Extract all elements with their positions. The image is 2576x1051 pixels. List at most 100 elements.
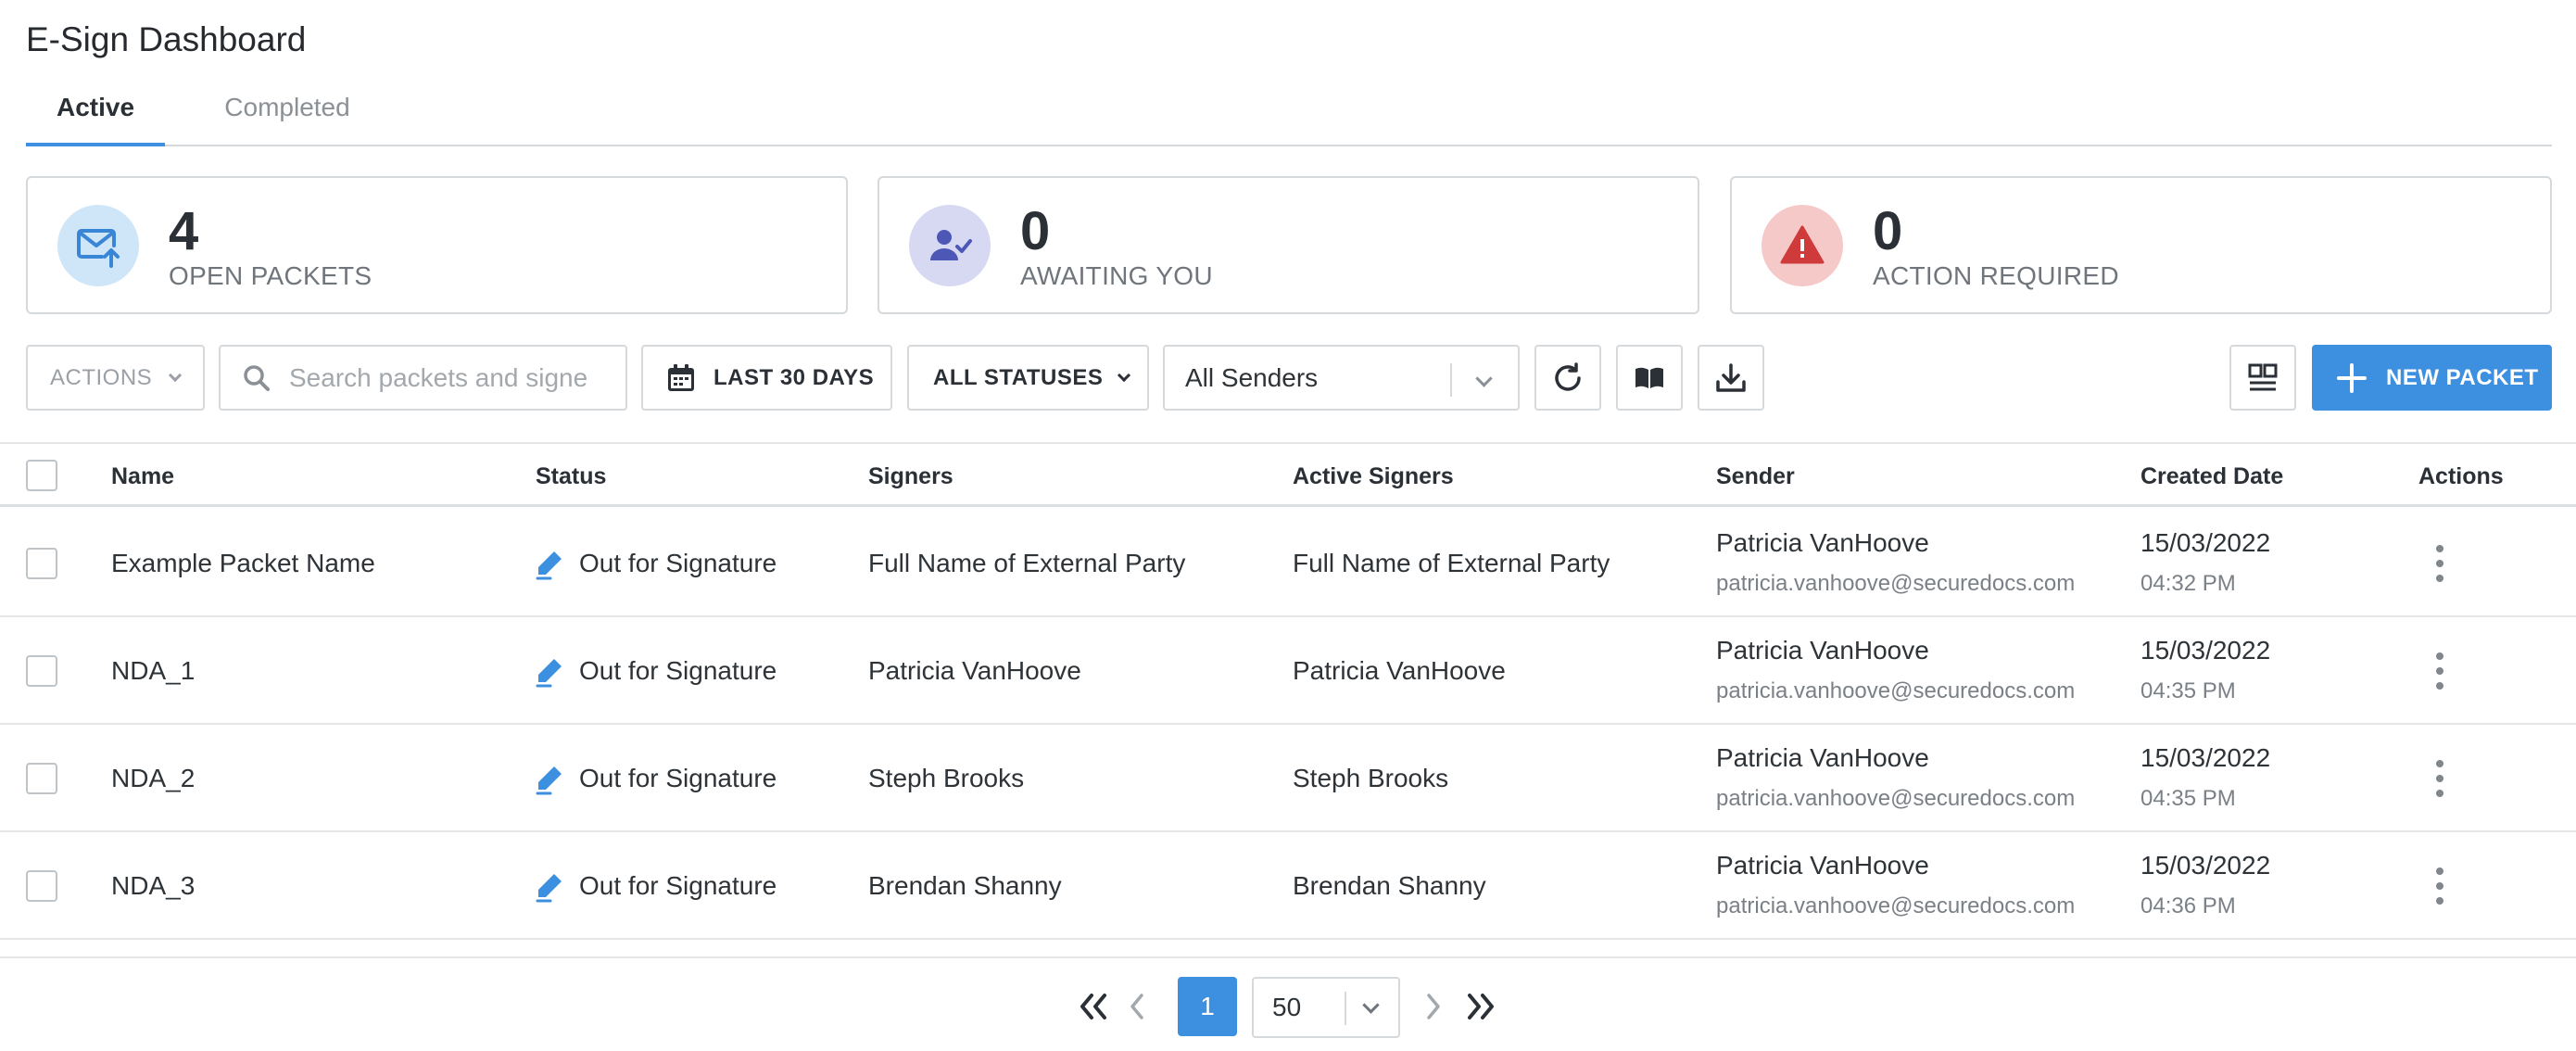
status-filter[interactable]: ALL STATUSES [907, 345, 1149, 411]
column-header-actions: Actions [2418, 463, 2504, 489]
table-row[interactable]: NDA_1 Out for Signature Patricia VanHoov… [0, 617, 2576, 725]
action-required-card[interactable]: 0 ACTION REQUIRED [1730, 176, 2552, 314]
created-time: 04:35 PM [2140, 786, 2236, 811]
sender-email: patricia.vanhoove@securedocs.com [1716, 571, 2076, 596]
column-header-created-date[interactable]: Created Date [2140, 463, 2283, 490]
sender-email: patricia.vanhoove@securedocs.com [1716, 786, 2076, 811]
last-page-icon[interactable] [1464, 990, 1497, 1028]
open-packets-card[interactable]: 4 OPEN PACKETS [26, 176, 848, 314]
new-packet-button[interactable]: NEW PACKET [2312, 345, 2552, 411]
calendar-icon [665, 362, 697, 394]
status-text: Out for Signature [579, 549, 777, 577]
awaiting-you-count: 0 [1020, 201, 1051, 261]
created-time: 04:32 PM [2140, 571, 2236, 596]
page-number-button[interactable]: 1 [1178, 977, 1237, 1036]
table-row[interactable]: Example Packet Name Out for Signature Fu… [0, 510, 2576, 617]
created-time: 04:36 PM [2140, 893, 2236, 918]
new-packet-label: NEW PACKET [2386, 364, 2539, 390]
action-required-count: 0 [1873, 201, 1903, 261]
sender-filter-label: All Senders [1185, 362, 1319, 392]
created-time: 04:35 PM [2140, 678, 2236, 703]
column-header-status[interactable]: Status [536, 463, 606, 490]
actions-label: ACTIONS [50, 364, 153, 390]
signature-pen-icon [534, 656, 565, 688]
refresh-button[interactable] [1534, 345, 1601, 411]
action-required-label: ACTION REQUIRED [1873, 261, 2119, 290]
toolbar: ACTIONS Search packets and signe LAST 30… [0, 345, 2576, 412]
active-signers: Brendan Shanny [1293, 871, 1486, 900]
more-vertical-icon[interactable] [2434, 760, 2445, 797]
row-checkbox[interactable] [26, 870, 57, 902]
select-divider [1345, 992, 1346, 1025]
packet-name[interactable]: NDA_3 [111, 871, 195, 901]
status-filter-label: ALL STATUSES [933, 364, 1104, 390]
sender-email: patricia.vanhoove@securedocs.com [1716, 678, 2076, 703]
column-header-sender[interactable]: Sender [1716, 463, 1795, 490]
first-page-icon[interactable] [1077, 990, 1110, 1028]
search-input[interactable]: Search packets and signe [219, 345, 627, 411]
column-header-name[interactable]: Name [111, 463, 174, 490]
chevron-down-icon [1362, 996, 1380, 1014]
open-packets-count: 4 [169, 201, 199, 261]
mail-send-icon [57, 205, 139, 286]
signers: Patricia VanHoove [868, 656, 1081, 685]
created-date: 15/03/2022 [2140, 528, 2271, 557]
more-vertical-icon[interactable] [2434, 867, 2445, 905]
select-all-checkbox[interactable] [26, 460, 57, 491]
active-signers: Steph Brooks [1293, 764, 1449, 792]
created-date: 15/03/2022 [2140, 743, 2271, 772]
table-row[interactable]: NDA_2 Out for Signature Steph Brooks Ste… [0, 725, 2576, 832]
date-range-label: LAST 30 DAYS [713, 364, 875, 390]
page-title: E-Sign Dashboard [26, 20, 307, 58]
status-text: Out for Signature [579, 764, 777, 792]
date-range-filter[interactable]: LAST 30 DAYS [641, 345, 892, 411]
open-packets-label: OPEN PACKETS [169, 261, 373, 290]
awaiting-you-card[interactable]: 0 AWAITING YOU [878, 176, 1699, 314]
book-open-icon [1633, 361, 1666, 395]
tab-completed[interactable]: Completed [195, 89, 380, 146]
previous-page-icon[interactable] [1125, 990, 1147, 1028]
status-text: Out for Signature [579, 656, 777, 685]
layout-grid-icon [2246, 361, 2279, 395]
search-placeholder: Search packets and signe [289, 362, 588, 392]
chevron-down-icon [169, 368, 183, 382]
guide-button[interactable] [1616, 345, 1683, 411]
refresh-icon [1551, 361, 1585, 395]
column-header-active-signers[interactable]: Active Signers [1293, 463, 1454, 490]
signers: Steph Brooks [868, 764, 1025, 792]
signers: Full Name of External Party [868, 549, 1186, 577]
sender-filter[interactable]: All Senders [1163, 345, 1520, 411]
chevron-down-icon [1475, 370, 1493, 387]
row-checkbox[interactable] [26, 655, 57, 687]
pagination: 1 50 [0, 956, 2576, 1051]
packet-name[interactable]: Example Packet Name [111, 549, 375, 578]
download-button[interactable] [1698, 345, 1764, 411]
page-size-value: 50 [1272, 993, 1302, 1021]
packet-name[interactable]: NDA_1 [111, 656, 195, 686]
table-row[interactable]: NDA_3 Out for Signature Brendan Shanny B… [0, 832, 2576, 940]
more-vertical-icon[interactable] [2434, 652, 2445, 690]
table-header: Name Status Signers Active Signers Sende… [0, 442, 2576, 507]
tab-active[interactable]: Active [26, 89, 165, 146]
page-size-select[interactable]: 50 [1252, 977, 1400, 1038]
chevron-down-icon [1118, 368, 1131, 382]
sender-name: Patricia VanHoove [1716, 851, 1929, 880]
sender-email: patricia.vanhoove@securedocs.com [1716, 893, 2076, 918]
actions-dropdown[interactable]: ACTIONS [26, 345, 205, 411]
sender-name: Patricia VanHoove [1716, 636, 1929, 665]
active-signers: Patricia VanHoove [1293, 656, 1506, 685]
more-vertical-icon[interactable] [2434, 545, 2445, 582]
select-divider [1450, 363, 1452, 397]
row-checkbox[interactable] [26, 763, 57, 794]
search-icon [243, 364, 271, 392]
signature-pen-icon [534, 549, 565, 580]
sender-name: Patricia VanHoove [1716, 743, 1929, 772]
next-page-icon[interactable] [1423, 990, 1446, 1028]
row-checkbox[interactable] [26, 548, 57, 579]
signers: Brendan Shanny [868, 871, 1062, 900]
packet-name[interactable]: NDA_2 [111, 764, 195, 793]
warning-icon [1762, 205, 1843, 286]
column-header-signers[interactable]: Signers [868, 463, 953, 490]
download-icon [1714, 361, 1748, 395]
layout-toggle-button[interactable] [2229, 345, 2296, 411]
